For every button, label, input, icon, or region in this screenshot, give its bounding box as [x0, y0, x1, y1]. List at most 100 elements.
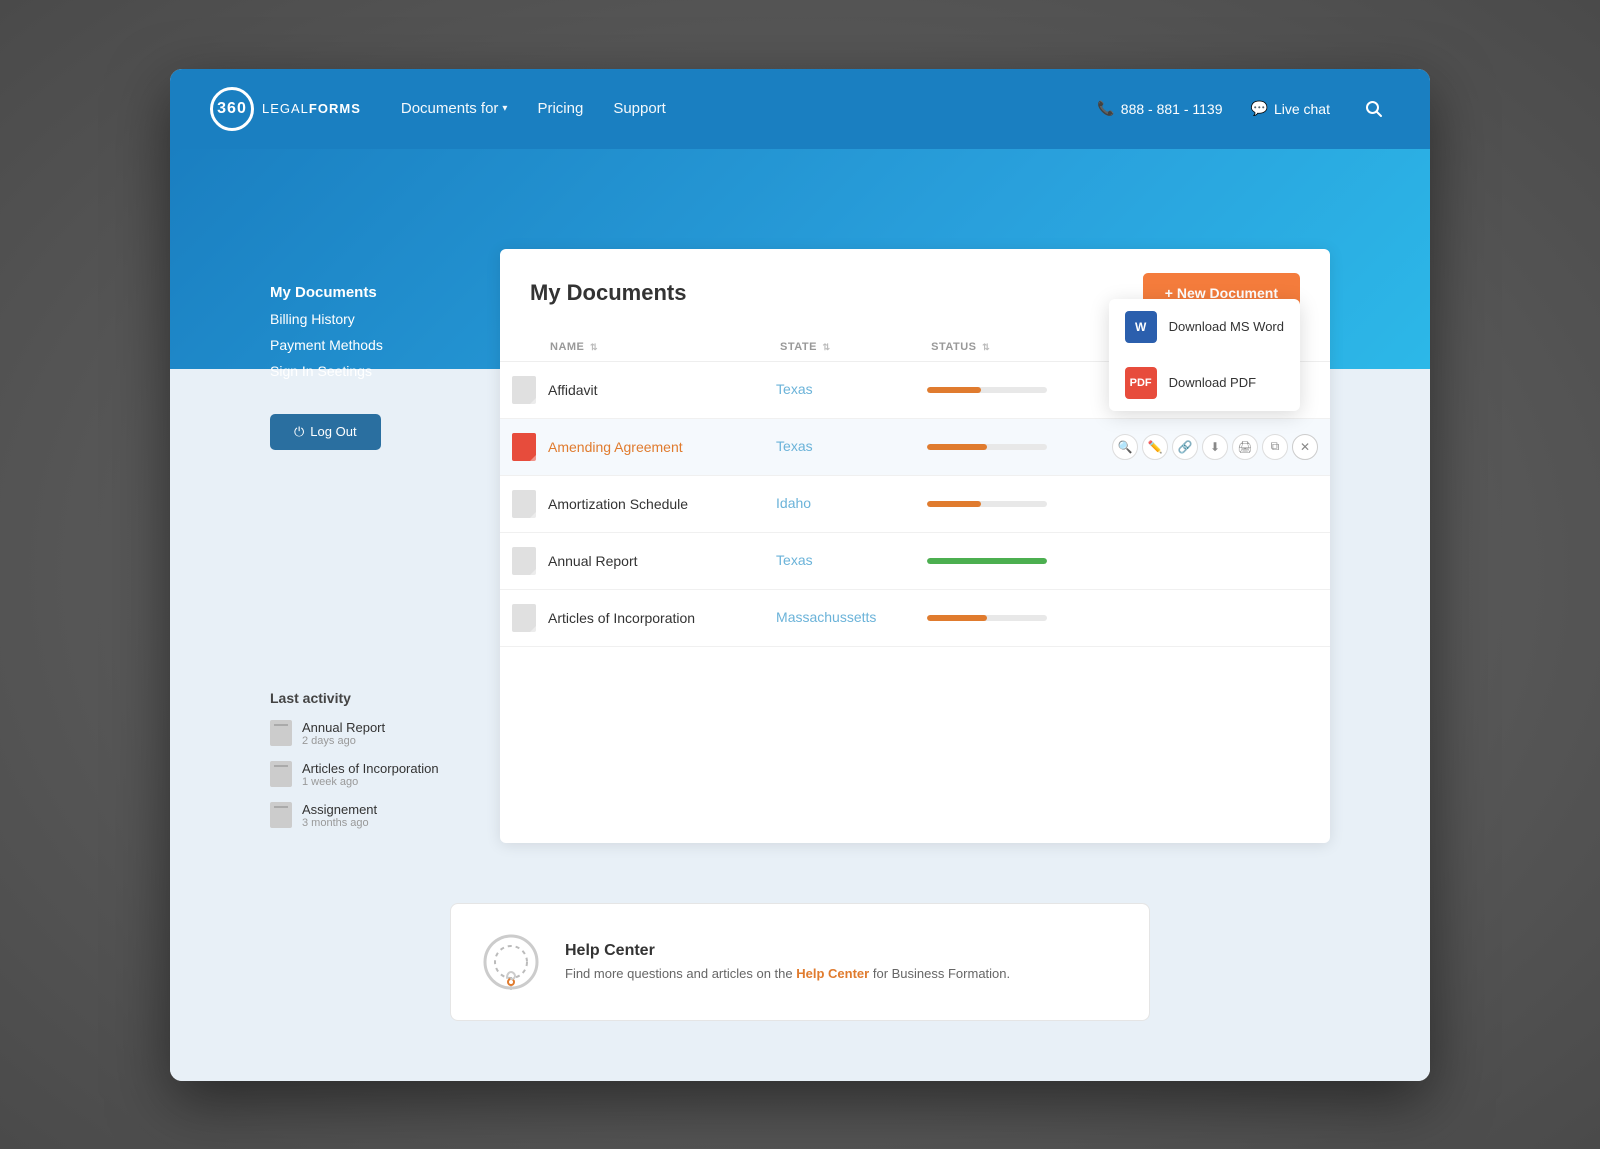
document-name: Affidavit	[548, 382, 598, 398]
activity-item-name: Assignement	[302, 802, 377, 817]
doc-icon	[270, 802, 292, 828]
document-state: Massachussetts	[776, 609, 876, 625]
logo-bold-text: FORMS	[309, 101, 361, 116]
document-name: Articles of Incorporation	[548, 610, 695, 626]
main-content: My Documents Billing History Payment Met…	[170, 369, 1430, 1081]
table-row[interactable]: Amending Agreement Texas 🔍 ✏️ 🔗 ⬇ 🖨 ⧉ ✕	[500, 418, 1330, 475]
page-title: My Documents	[530, 280, 686, 306]
status-fill	[927, 615, 987, 621]
doc-name-cell: Affidavit	[512, 376, 752, 404]
sidebar-nav: My Documents Billing History Payment Met…	[270, 249, 500, 450]
status-bar	[927, 558, 1047, 564]
doc-icon	[270, 761, 292, 787]
document-icon	[512, 376, 536, 404]
chevron-down-icon: ▾	[502, 103, 507, 114]
sort-icon: ⇅	[982, 342, 990, 352]
document-state: Texas	[776, 438, 813, 454]
help-center-description: Find more questions and articles on the …	[565, 966, 1010, 981]
nav-phone[interactable]: 📞 888 - 881 - 1139	[1097, 100, 1222, 117]
status-bar	[927, 615, 1047, 621]
table-row[interactable]: Amortization Schedule Idaho	[500, 475, 1330, 532]
doc-name-cell: Amending Agreement	[512, 433, 752, 461]
sidebar-activity: Last activity Annual Report 2 days ago A…	[270, 670, 500, 829]
download-icon[interactable]: ⬇	[1202, 434, 1228, 460]
edit-icon[interactable]: ✏️	[1142, 434, 1168, 460]
sidebar: My Documents Billing History Payment Met…	[270, 249, 500, 843]
status-fill	[927, 387, 981, 393]
preview-icon[interactable]: 🔍	[1112, 434, 1138, 460]
col-header-state: STATE ⇅	[764, 333, 915, 362]
table-row[interactable]: Articles of Incorporation Massachussetts	[500, 589, 1330, 646]
doc-name-cell: Amortization Schedule	[512, 490, 752, 518]
document-icon	[512, 433, 536, 461]
status-bar	[927, 501, 1047, 507]
logo-text: LEGALFORMS	[262, 101, 361, 116]
doc-name-cell: Annual Report	[512, 547, 752, 575]
doc-name-cell: Articles of Incorporation	[512, 604, 752, 632]
help-center-text: Help Center Find more questions and arti…	[565, 942, 1010, 981]
pdf-icon: PDF	[1125, 367, 1157, 399]
document-state: Texas	[776, 381, 813, 397]
status-bar	[927, 387, 1047, 393]
nav-chat[interactable]: 💬 Live chat	[1251, 100, 1330, 117]
status-fill	[927, 444, 987, 450]
sort-icon: ⇅	[823, 342, 831, 352]
navbar: 360 LEGALFORMS Documents for ▾ Pricing S…	[170, 69, 1430, 149]
list-item: Articles of Incorporation 1 week ago	[270, 761, 500, 788]
sidebar-item-sign-in-settings[interactable]: Sign In Seetings	[270, 358, 500, 384]
search-button[interactable]	[1358, 93, 1390, 125]
logo: 360 LEGALFORMS	[210, 87, 361, 131]
print-icon[interactable]: 🖨	[1232, 434, 1258, 460]
document-icon	[512, 604, 536, 632]
activity-item-time: 3 months ago	[302, 817, 377, 829]
activity-item-name: Annual Report	[302, 720, 385, 735]
document-state: Texas	[776, 552, 813, 568]
activity-item-name: Articles of Incorporation	[302, 761, 439, 776]
close-icon[interactable]: ✕	[1292, 434, 1318, 460]
list-item: Annual Report 2 days ago	[270, 720, 500, 747]
browser-window: 360 LEGALFORMS Documents for ▾ Pricing S…	[170, 69, 1430, 1081]
nav-links: Documents for ▾ Pricing Support	[401, 100, 1057, 117]
document-icon	[512, 490, 536, 518]
document-icon	[512, 547, 536, 575]
status-bar	[927, 444, 1047, 450]
link-icon[interactable]: 🔗	[1172, 434, 1198, 460]
nav-right: 📞 888 - 881 - 1139 💬 Live chat	[1097, 93, 1390, 125]
download-word-item[interactable]: W Download MS Word	[1109, 299, 1300, 355]
download-dropdown: W Download MS Word PDF Download PDF	[1109, 299, 1300, 411]
phone-icon: 📞	[1097, 100, 1114, 117]
list-item: Assignement 3 months ago	[270, 802, 500, 829]
sidebar-item-my-documents[interactable]: My Documents	[270, 279, 500, 306]
logo-light-text: LEGAL	[262, 101, 309, 116]
sort-icon: ⇅	[590, 342, 598, 352]
document-state: Idaho	[776, 495, 811, 511]
help-center-icon	[481, 932, 541, 992]
nav-support[interactable]: Support	[613, 100, 666, 117]
chat-icon: 💬	[1251, 100, 1268, 117]
activity-title: Last activity	[270, 690, 500, 706]
document-name: Amortization Schedule	[548, 496, 688, 512]
logout-button[interactable]: ⏻ Log Out	[270, 414, 381, 450]
row-actions: 🔍 ✏️ 🔗 ⬇ 🖨 ⧉ ✕	[1112, 434, 1318, 460]
download-pdf-item[interactable]: PDF Download PDF	[1109, 355, 1300, 411]
power-icon: ⏻	[294, 424, 304, 440]
sidebar-item-payment-methods[interactable]: Payment Methods	[270, 332, 500, 358]
col-header-name: NAME ⇅	[500, 333, 764, 362]
word-icon: W	[1125, 311, 1157, 343]
help-center-title: Help Center	[565, 942, 1010, 960]
activity-item-time: 2 days ago	[302, 735, 385, 747]
activity-item-time: 1 week ago	[302, 776, 439, 788]
nav-pricing[interactable]: Pricing	[537, 100, 583, 117]
main-panel: My Documents + New Document NAME ⇅ STATE	[500, 249, 1330, 843]
help-center-link[interactable]: Help Center	[796, 966, 869, 981]
help-center: Help Center Find more questions and arti…	[450, 903, 1150, 1021]
status-fill	[927, 501, 981, 507]
copy-icon[interactable]: ⧉	[1262, 434, 1288, 460]
status-fill	[927, 558, 1047, 564]
table-row[interactable]: Annual Report Texas	[500, 532, 1330, 589]
nav-documents-for[interactable]: Documents for ▾	[401, 100, 508, 117]
sidebar-item-billing-history[interactable]: Billing History	[270, 306, 500, 332]
logo-circle: 360	[210, 87, 254, 131]
content-wrapper: My Documents Billing History Payment Met…	[270, 249, 1330, 843]
document-name: Amending Agreement	[548, 439, 683, 455]
